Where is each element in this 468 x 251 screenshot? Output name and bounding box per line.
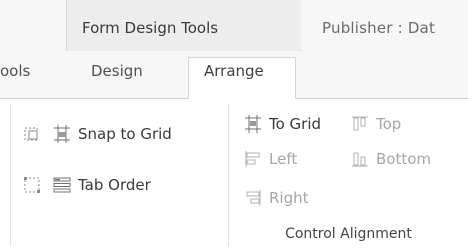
tab-order-button[interactable]: Tab Order (52, 175, 151, 195)
align-bottom-button[interactable]: Bottom (350, 149, 431, 169)
tab-order-icon (53, 177, 71, 193)
tab-tools[interactable]: ools (0, 62, 30, 80)
align-bottom-icon (352, 152, 368, 167)
align-right-icon (246, 190, 261, 206)
tab-order-label: Tab Order (78, 176, 151, 194)
align-right-button[interactable]: Right (243, 188, 309, 208)
to-grid-icon (245, 115, 261, 133)
app-title: Publisher : Dat (322, 19, 436, 37)
tab-arrange-label: Arrange (204, 62, 264, 80)
anchor-button[interactable] (22, 175, 42, 199)
size-to-grid-button[interactable] (22, 124, 42, 148)
align-top-icon (352, 116, 368, 131)
contextual-left-area (0, 0, 66, 50)
align-top-button[interactable]: Top (350, 114, 401, 134)
snap-to-grid-button[interactable]: Snap to Grid (52, 124, 172, 144)
align-left-icon (245, 151, 260, 167)
group-separator-middle (228, 104, 229, 246)
align-bottom-label: Bottom (376, 150, 432, 168)
control-alignment-group-title: Control Alignment (285, 226, 412, 242)
tab-design[interactable]: Design (91, 62, 143, 80)
snap-to-grid-label: Snap to Grid (78, 125, 172, 143)
align-left-button[interactable]: Left (243, 149, 297, 169)
to-grid-button[interactable]: To Grid (243, 114, 321, 134)
group-separator-left (10, 104, 11, 246)
size-to-grid-icon (24, 127, 38, 141)
align-top-label: Top (376, 115, 402, 133)
anchor-icon (24, 177, 40, 193)
align-left-label: Left (269, 150, 298, 168)
align-right-label: Right (269, 189, 309, 207)
to-grid-label: To Grid (269, 115, 322, 133)
contextual-band-title: Form Design Tools (82, 19, 219, 37)
snap-to-grid-icon (54, 125, 70, 143)
